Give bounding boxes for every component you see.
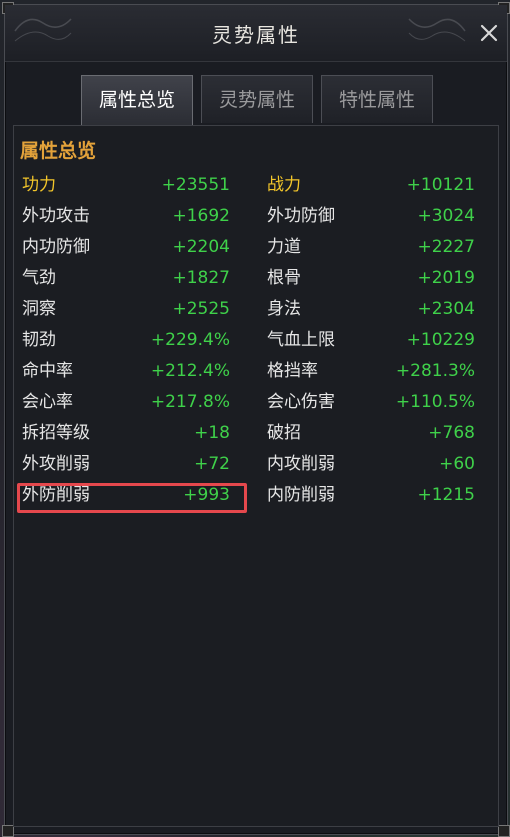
stat-label: 破招 [267,423,301,443]
stat-row: 根骨 +2019 [267,265,475,291]
stat-value: +212.4% [150,361,230,381]
stat-value: +2525 [172,299,230,319]
stat-label: 气血上限 [267,330,335,350]
frame-corner [498,825,510,837]
stat-row: 外功防御 +3024 [267,203,475,229]
stat-row: 内功防御 +2204 [22,234,230,260]
stat-row: 外攻削弱 +72 [22,451,230,477]
stat-value: +229.4% [150,330,230,350]
stat-row: 韧劲 +229.4% [22,327,230,353]
stat-value: +2304 [417,299,475,319]
stats-panel: 属性总览 功力 +23551 外功攻击 +1692 内功防御 +2204 气劲 +1827 洞察… [13,125,499,827]
tab-lingshi-attributes[interactable]: 灵势属性 [201,75,313,123]
stat-row: 功力 +23551 [22,172,230,198]
stat-value: +110.5% [395,392,475,412]
stat-label: 力道 [267,237,301,257]
stat-label: 会心率 [22,392,73,412]
stat-value: +1215 [417,485,475,505]
stat-label: 内功防御 [22,237,90,257]
stat-value: +23551 [161,175,230,195]
tab-trait-attributes[interactable]: 特性属性 [321,75,433,123]
attribute-window: 灵势属性 属性总览 灵势属性 特性属性 属性总览 功力 +23551 外功攻击 +16… [2,2,510,837]
stat-value: +72 [194,454,230,474]
stat-row: 洞察 +2525 [22,296,230,322]
stat-value: +10229 [406,330,475,350]
stat-row: 格挡率 +281.3% [267,358,475,384]
stat-value: +217.8% [150,392,230,412]
stat-row: 气劲 +1827 [22,265,230,291]
stat-value: +1692 [172,206,230,226]
stat-value: +18 [194,423,230,443]
stat-label: 根骨 [267,268,301,288]
tab-attribute-overview[interactable]: 属性总览 [81,75,193,125]
stat-label: 会心伤害 [267,392,335,412]
stat-row: 会心伤害 +110.5% [267,389,475,415]
stat-row: 拆招等级 +18 [22,420,230,446]
stat-row: 命中率 +212.4% [22,358,230,384]
highlight-box [17,483,247,513]
stat-label: 战力 [267,175,301,195]
stat-value: +60 [439,454,475,474]
stat-label: 外功攻击 [22,206,90,226]
stat-row: 内攻削弱 +60 [267,451,475,477]
stat-row: 内防削弱 +1215 [267,482,475,508]
stat-label: 功力 [22,175,56,195]
stat-row: 力道 +2227 [267,234,475,260]
stat-value: +281.3% [395,361,475,381]
stat-label: 洞察 [22,299,56,319]
stat-label: 格挡率 [267,361,318,381]
stat-label: 内防削弱 [267,485,335,505]
title-bar[interactable]: 灵势属性 [5,5,507,62]
stat-row: 战力 +10121 [267,172,475,198]
stat-label: 内攻削弱 [267,454,335,474]
stat-label: 拆招等级 [22,423,90,443]
stat-row: 破招 +768 [267,420,475,446]
stat-label: 气劲 [22,268,56,288]
section-title: 属性总览 [20,140,97,162]
window-title: 灵势属性 [212,23,300,47]
stat-value: +2227 [417,237,475,257]
stat-label: 外攻削弱 [22,454,90,474]
stat-label: 身法 [267,299,301,319]
stat-value: +3024 [417,206,475,226]
stat-label: 韧劲 [22,330,56,350]
stat-label: 外功防御 [267,206,335,226]
stat-value: +1827 [172,268,230,288]
stat-value: +10121 [406,175,475,195]
stat-value: +2204 [172,237,230,257]
stat-row: 外功攻击 +1692 [22,203,230,229]
stat-row: 气血上限 +10229 [267,327,475,353]
stat-row: 会心率 +217.8% [22,389,230,415]
stat-label: 命中率 [22,361,73,381]
stat-value: +2019 [417,268,475,288]
close-icon[interactable] [479,23,499,43]
stat-row: 身法 +2304 [267,296,475,322]
stat-value: +768 [428,423,475,443]
